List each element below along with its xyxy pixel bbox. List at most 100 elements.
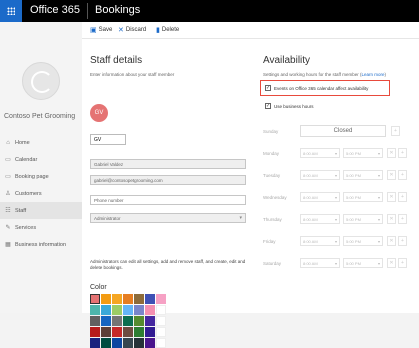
color-swatch[interactable] (90, 316, 100, 326)
start-time-select[interactable]: 8:00 AM ▾ (300, 192, 340, 202)
name-field[interactable]: Gabriel Valdez (90, 159, 246, 169)
end-time-select[interactable]: 5:00 PM ▾ (343, 148, 383, 158)
color-swatch[interactable] (101, 305, 111, 315)
availability-subtitle: Settings and working hours for the staff… (263, 72, 386, 77)
color-swatch[interactable] (156, 338, 166, 348)
color-swatch[interactable] (90, 305, 100, 315)
sidebar-item-staff[interactable]: ☷ Staff (0, 202, 82, 219)
sidebar-item-home[interactable]: ⌂ Home (0, 134, 82, 151)
day-row: Saturday 8:00 AM ▾ 5:00 PM ▾ ✕ + (263, 257, 413, 271)
add-hours-button[interactable]: + (398, 236, 407, 246)
initials-field[interactable]: GV (90, 134, 126, 145)
save-label: Save (98, 27, 113, 33)
start-time-select[interactable]: 8:00 AM ▾ (300, 148, 340, 158)
color-swatch[interactable] (134, 305, 144, 315)
color-swatch[interactable] (145, 327, 155, 337)
remove-hours-button[interactable]: ✕ (387, 148, 396, 158)
color-swatch[interactable] (90, 327, 100, 337)
color-swatch[interactable] (156, 327, 166, 337)
business-name: Contoso Pet Grooming (4, 113, 76, 120)
color-swatch[interactable] (112, 338, 122, 348)
learn-more-link[interactable]: Learn more (361, 72, 384, 77)
color-swatch[interactable] (112, 316, 122, 326)
color-swatch[interactable] (156, 316, 166, 326)
color-swatch[interactable] (123, 294, 133, 304)
start-time-select[interactable]: 8:00 AM ▾ (300, 170, 340, 180)
chevron-down-icon: ▾ (334, 238, 337, 244)
color-swatch[interactable] (134, 338, 144, 348)
email-field[interactable]: gabriel@contosopetgrooming.com (90, 175, 246, 185)
sidebar-item-customers[interactable]: ♙ Customers (0, 185, 82, 202)
day-name: Saturday (263, 261, 282, 266)
app-launcher-button[interactable] (0, 0, 22, 22)
suite-name[interactable]: Office 365 (30, 4, 80, 16)
color-swatch[interactable] (112, 305, 122, 315)
color-swatch[interactable] (145, 294, 155, 304)
remove-hours-button[interactable]: ✕ (387, 214, 396, 224)
start-time-select[interactable]: 8:00 AM ▾ (300, 214, 340, 224)
sidebar-item-label: Services (15, 224, 37, 231)
toolbar: ▣ Save ✕ Discard ▮ Delete (82, 22, 419, 39)
start-time-value: 8:00 AM (303, 238, 318, 244)
use-business-hours-checkbox[interactable]: ✓ Use business hours (265, 103, 314, 109)
color-swatch[interactable] (123, 305, 133, 315)
color-swatch[interactable] (112, 294, 122, 304)
end-time-select[interactable]: 5:00 PM ▾ (343, 258, 383, 268)
end-time-select[interactable]: 5:00 PM ▾ (343, 170, 383, 180)
app-name: Bookings (95, 4, 141, 16)
chevron-down-icon: ▾ (377, 216, 380, 222)
start-time-select[interactable]: 8:00 AM ▾ (300, 258, 340, 268)
availability-title: Availability (263, 55, 311, 66)
color-swatch[interactable] (134, 327, 144, 337)
save-button[interactable]: ▣ Save (90, 26, 112, 34)
add-hours-button[interactable]: + (398, 258, 407, 268)
color-swatch[interactable] (101, 327, 111, 337)
color-swatch[interactable] (156, 305, 166, 315)
chevron-down-icon: ▾ (334, 150, 337, 156)
delete-button[interactable]: ▮ Delete (156, 26, 179, 34)
add-hours-button[interactable]: + (391, 126, 400, 136)
add-hours-button[interactable]: + (398, 192, 407, 202)
discard-button[interactable]: ✕ Discard (118, 26, 146, 34)
sidebar-item-business-information[interactable]: ▦ Business information (0, 236, 82, 253)
sidebar-item-booking-page[interactable]: ▭ Booking page (0, 168, 82, 185)
color-swatch[interactable] (123, 327, 133, 337)
color-swatch[interactable] (134, 294, 144, 304)
sidebar-item-services[interactable]: ✎ Services (0, 219, 82, 236)
end-time-select[interactable]: 5:00 PM ▾ (343, 192, 383, 202)
color-swatch[interactable] (112, 327, 122, 337)
phone-field[interactable]: Phone number (90, 195, 246, 205)
color-swatch[interactable] (90, 294, 100, 304)
color-swatch[interactable] (145, 316, 155, 326)
sidebar: Contoso Pet Grooming ⌂ Home ▭ Calendar ▭ Book… (0, 22, 82, 313)
color-swatch[interactable] (156, 294, 166, 304)
remove-hours-button[interactable]: ✕ (387, 170, 396, 180)
discard-label: Discard (125, 27, 147, 33)
remove-hours-button[interactable]: ✕ (387, 258, 396, 268)
color-swatch[interactable] (145, 305, 155, 315)
sidebar-item-calendar[interactable]: ▭ Calendar (0, 151, 82, 168)
color-swatch[interactable] (123, 338, 133, 348)
add-hours-button[interactable]: + (398, 170, 407, 180)
avatar[interactable]: GV (90, 104, 108, 122)
remove-hours-button[interactable]: ✕ (387, 236, 396, 246)
color-swatch[interactable] (101, 294, 111, 304)
events-affect-availability-checkbox[interactable]: ✓ Events on Office 365 calendar affect a… (265, 85, 368, 91)
color-swatch[interactable] (134, 316, 144, 326)
color-swatch[interactable] (145, 338, 155, 348)
color-palette (90, 294, 170, 348)
color-swatch[interactable] (101, 316, 111, 326)
closed-select[interactable]: Closed (300, 125, 386, 137)
end-time-select[interactable]: 5:00 PM ▾ (343, 236, 383, 246)
sidebar-item-label: Staff (15, 207, 27, 214)
color-swatch[interactable] (90, 338, 100, 348)
add-hours-button[interactable]: + (398, 148, 407, 158)
end-time-value: 5:00 PM (346, 150, 361, 156)
end-time-select[interactable]: 5:00 PM ▾ (343, 214, 383, 224)
add-hours-button[interactable]: + (398, 214, 407, 224)
color-swatch[interactable] (123, 316, 133, 326)
color-swatch[interactable] (101, 338, 111, 348)
role-select[interactable]: Administrator ▾ (90, 213, 246, 223)
start-time-select[interactable]: 8:00 AM ▾ (300, 236, 340, 246)
remove-hours-button[interactable]: ✕ (387, 192, 396, 202)
